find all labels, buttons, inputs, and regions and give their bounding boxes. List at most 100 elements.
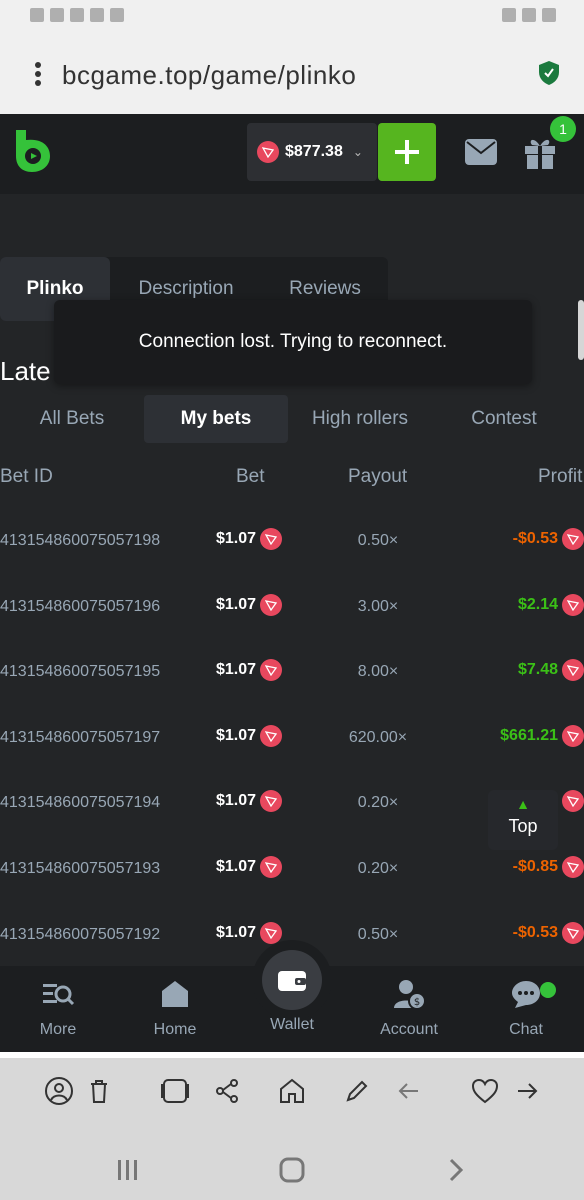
- bet-amount: $1.07: [216, 528, 283, 550]
- browser-toolbar: [0, 1058, 584, 1200]
- table-row[interactable]: 413154860075057197 $1.07 620.00× $661.21: [0, 717, 584, 763]
- status-right-icons: [502, 8, 556, 22]
- chat-icon: [512, 981, 540, 1008]
- home-icon[interactable]: [277, 1076, 307, 1106]
- tron-coin-icon: [562, 528, 584, 550]
- tron-coin-icon: [562, 659, 584, 681]
- nav-chat[interactable]: Chat: [468, 966, 584, 1052]
- tron-coin-icon: [260, 528, 283, 550]
- bottom-nav: More Home Wallet $ Account Chat: [0, 940, 584, 1052]
- connection-toast: Connection lost. Trying to reconnect.: [54, 300, 532, 384]
- notification-icon: [70, 8, 84, 22]
- back-arrow-icon[interactable]: [394, 1076, 424, 1106]
- share-icon[interactable]: [212, 1076, 242, 1106]
- tron-coin-icon: [260, 922, 283, 944]
- battery-icon: [542, 8, 556, 22]
- nav-home[interactable]: Home: [117, 966, 233, 1052]
- tab-my-bets[interactable]: My bets: [144, 395, 288, 443]
- table-row[interactable]: 413154860075057198 $1.07 0.50× -$0.53: [0, 520, 584, 566]
- payout-value: 0.50×: [357, 532, 399, 549]
- trash-icon[interactable]: [84, 1076, 114, 1106]
- payout-value: 0.20×: [357, 794, 399, 811]
- chevron-up-icon: ▲: [516, 796, 530, 812]
- scroll-top-button[interactable]: ▲ Top: [488, 790, 558, 850]
- heart-icon[interactable]: [470, 1076, 500, 1106]
- home-button-icon[interactable]: [272, 1150, 312, 1190]
- bet-value: $1.07: [216, 727, 257, 744]
- profit-cell: -$0.53: [513, 528, 584, 550]
- profit-value: $2.14: [517, 596, 558, 613]
- nav-wallet[interactable]: Wallet: [234, 966, 350, 1052]
- bet-amount: $1.07: [216, 725, 283, 747]
- scrollbar[interactable]: [578, 300, 584, 360]
- browser-url-bar: bcgame.top/game/plinko: [0, 34, 584, 114]
- bet-amount: $1.07: [216, 659, 283, 681]
- home-icon: [162, 981, 188, 1007]
- nav-label: Wallet: [270, 1016, 314, 1033]
- url-text[interactable]: bcgame.top/game/plinko: [62, 60, 356, 91]
- table-row[interactable]: 413154860075057195 $1.07 8.00× $7.48: [0, 651, 584, 697]
- recent-apps-icon[interactable]: [108, 1150, 148, 1190]
- table-row[interactable]: 413154860075057196 $1.07 3.00× $2.14: [0, 586, 584, 632]
- column-header-bet-id: Bet ID: [0, 466, 53, 487]
- status-bar: [0, 0, 584, 34]
- table-row[interactable]: 413154860075057193 $1.07 0.20× -$0.85: [0, 848, 584, 894]
- nav-account[interactable]: $ Account: [351, 966, 467, 1052]
- nav-label: More: [39, 1021, 77, 1038]
- tron-coin-icon: [562, 922, 584, 944]
- bet-tabs: All Bets My bets High rollers Contest: [0, 395, 584, 443]
- tab-contest[interactable]: Contest: [432, 395, 576, 443]
- tron-coin-icon: [562, 725, 584, 747]
- bet-amount: $1.07: [216, 856, 283, 878]
- forward-arrow-icon[interactable]: [512, 1076, 542, 1106]
- shield-icon[interactable]: [538, 60, 560, 86]
- nav-more[interactable]: More: [0, 966, 116, 1052]
- column-header-bet: Bet: [236, 466, 265, 487]
- tab-all-bets[interactable]: All Bets: [0, 395, 144, 443]
- bet-value: $1.07: [216, 596, 257, 613]
- column-header-profit: Profit: [538, 466, 583, 487]
- payout-value: 0.20×: [357, 860, 399, 877]
- deposit-button[interactable]: [378, 123, 436, 181]
- profit-value: -$0.85: [512, 858, 558, 875]
- tron-coin-icon: [257, 141, 279, 163]
- notification-icon: [90, 8, 104, 22]
- bet-id: 413154860075057198: [0, 532, 161, 549]
- tron-coin-icon: [562, 856, 584, 878]
- bet-amount: $1.07: [216, 922, 283, 944]
- browser-menu-icon[interactable]: [28, 60, 48, 88]
- nav-label: Home: [153, 1021, 197, 1038]
- tron-coin-icon: [260, 659, 283, 681]
- image-icon: [502, 8, 516, 22]
- bet-value: $1.07: [216, 924, 257, 941]
- bet-id: 413154860075057195: [0, 663, 161, 680]
- bet-id: 413154860075057194: [0, 794, 161, 811]
- bet-amount: $1.07: [216, 594, 283, 616]
- bet-id: 413154860075057196: [0, 598, 161, 615]
- payout-value: 0.50×: [357, 926, 399, 943]
- gift-badge: 1: [550, 116, 576, 142]
- back-button-icon[interactable]: [436, 1150, 476, 1190]
- bet-id: 413154860075057197: [0, 729, 161, 746]
- plus-icon: [395, 140, 419, 164]
- tron-coin-icon: [562, 594, 584, 616]
- balance-amount: $877.38: [285, 143, 343, 160]
- balance-selector[interactable]: $877.38 ⌄: [247, 123, 377, 181]
- profit-value: $7.48: [517, 661, 558, 678]
- profile-icon[interactable]: [44, 1076, 74, 1106]
- mail-icon[interactable]: [464, 138, 498, 166]
- column-header-payout: Payout: [348, 466, 408, 487]
- nav-label: Account: [380, 1021, 438, 1038]
- payout-value: 620.00×: [348, 729, 408, 746]
- profit-cell: -$0.53: [513, 922, 584, 944]
- tron-coin-icon: [260, 856, 283, 878]
- scroll-top-label: Top: [508, 816, 538, 836]
- profit-cell: [558, 790, 584, 812]
- account-icon: $: [394, 980, 426, 1010]
- bcgame-logo-icon[interactable]: [14, 128, 52, 174]
- gift-icon[interactable]: [522, 134, 558, 170]
- edit-icon[interactable]: [342, 1076, 372, 1106]
- bet-value: $1.07: [216, 858, 257, 875]
- tab-high-rollers[interactable]: High rollers: [288, 395, 432, 443]
- tabs-icon[interactable]: [160, 1076, 190, 1106]
